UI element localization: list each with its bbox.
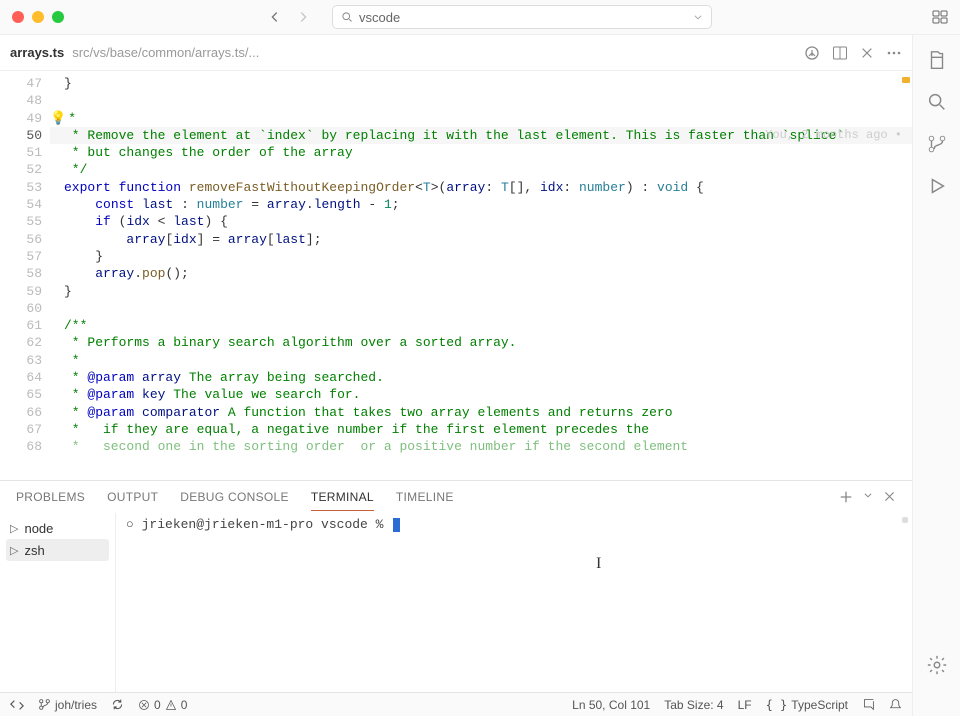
panel-tab-bar: PROBLEMS OUTPUT DEBUG CONSOLE TERMINAL T… (0, 481, 912, 513)
terminal-list: ▷ node ▷ zsh (0, 513, 116, 692)
search-placeholder-label: vscode (359, 10, 400, 25)
warning-count-label: 0 (181, 698, 188, 712)
code-line: */ (50, 161, 912, 178)
terminal-label: node (24, 521, 53, 536)
terminal-icon: ▷ (10, 544, 18, 557)
language-mode-status[interactable]: { } TypeScript (766, 698, 848, 712)
code-line: array.pop(); (50, 265, 912, 282)
activity-bar (912, 35, 960, 716)
code-line: if (idx < last) { (50, 213, 912, 230)
window-controls (12, 11, 64, 23)
nav-forward-button[interactable] (292, 6, 314, 28)
cursor-position-status[interactable]: Ln 50, Col 101 (572, 698, 650, 712)
tab-debug[interactable]: DEBUG CONSOLE (180, 490, 289, 504)
maximize-window-button[interactable] (52, 11, 64, 23)
terminal-cursor (393, 518, 400, 532)
notifications-icon[interactable] (889, 698, 902, 711)
code-content[interactable]: } 💡* * Remove the element at `index` by … (50, 71, 912, 480)
branch-name-label: joh/tries (55, 698, 97, 712)
status-bar: joh/tries 0 0 Ln 50, Col 101 Tab Size: 4… (0, 692, 912, 716)
remote-indicator[interactable] (10, 698, 24, 712)
split-editor-icon[interactable] (832, 45, 848, 61)
terminal-item-zsh[interactable]: ▷ zsh (6, 539, 109, 561)
terminal-dropdown-icon[interactable] (863, 490, 873, 504)
source-control-icon[interactable] (926, 133, 948, 155)
code-line: /** (50, 317, 912, 334)
code-line: } (50, 283, 912, 300)
error-count-label: 0 (154, 698, 161, 712)
search-icon[interactable] (926, 91, 948, 113)
layout-customize-button[interactable] (932, 9, 948, 25)
nav-back-button[interactable] (264, 6, 286, 28)
code-line: * second one in the sorting order or a p… (50, 438, 912, 455)
code-line (50, 300, 912, 317)
terminal-label: zsh (24, 543, 44, 558)
close-tab-icon[interactable] (860, 46, 874, 60)
new-terminal-button[interactable] (839, 490, 853, 504)
close-panel-icon[interactable] (883, 490, 896, 504)
tab-problems[interactable]: PROBLEMS (16, 490, 85, 504)
settings-gear-icon[interactable] (926, 654, 948, 676)
terminal-prompt-line: ○ jrieken@jrieken-m1-pro vscode % (126, 517, 902, 532)
text-cursor-icon: I (596, 555, 601, 573)
breadcrumb[interactable]: src/vs/base/common/arrays.ts/... (72, 45, 259, 60)
code-line (50, 92, 912, 109)
code-line: const last : number = array.length - 1; (50, 196, 912, 213)
explorer-icon[interactable] (926, 49, 948, 71)
minimize-window-button[interactable] (32, 11, 44, 23)
close-window-button[interactable] (12, 11, 24, 23)
editor-tab-bar: arrays.ts src/vs/base/common/arrays.ts/.… (0, 35, 912, 71)
code-line: export function removeFastWithoutKeeping… (50, 179, 912, 196)
terminal-item-node[interactable]: ▷ node (6, 517, 109, 539)
tab-actions (804, 45, 902, 61)
git-blame-annotation: You, 2 months ago • (765, 127, 902, 144)
terminal-scrollbar[interactable] (902, 517, 908, 523)
code-line: * @param comparator A function that take… (50, 404, 912, 421)
tab-size-status[interactable]: Tab Size: 4 (664, 698, 723, 712)
code-line: } (50, 248, 912, 265)
language-label: TypeScript (791, 698, 848, 712)
code-line: * Remove the element at `index` by repla… (50, 127, 912, 144)
eol-status[interactable]: LF (738, 698, 752, 712)
search-icon (341, 11, 353, 23)
more-actions-icon[interactable] (886, 45, 902, 61)
bottom-panel: PROBLEMS OUTPUT DEBUG CONSOLE TERMINAL T… (0, 480, 912, 692)
tab-output[interactable]: OUTPUT (107, 490, 158, 504)
code-line: * @param key The value we search for. (50, 386, 912, 403)
feedback-icon[interactable] (862, 698, 875, 711)
toggle-changes-icon[interactable] (804, 45, 820, 61)
code-line: 💡* (50, 110, 912, 127)
command-center-search[interactable]: vscode (332, 5, 712, 29)
git-branch-status[interactable]: joh/tries (38, 698, 97, 712)
nav-arrows (264, 6, 314, 28)
run-debug-icon[interactable] (926, 175, 948, 197)
terminal-view[interactable]: ○ jrieken@jrieken-m1-pro vscode % I (116, 513, 912, 692)
code-line: * @param array The array being searched. (50, 369, 912, 386)
tab-filename[interactable]: arrays.ts (10, 45, 64, 60)
line-number-gutter: 474849 50 51525354 55565758 59606162 636… (0, 71, 50, 480)
titlebar: vscode (0, 0, 960, 35)
terminal-prompt: jrieken@jrieken-m1-pro vscode % (142, 517, 384, 532)
tab-terminal[interactable]: TERMINAL (311, 490, 374, 511)
code-line: array[idx] = array[last]; (50, 231, 912, 248)
lightbulb-icon[interactable]: 💡 (50, 111, 66, 126)
sync-status[interactable] (111, 698, 124, 711)
code-line: * (50, 352, 912, 369)
tab-timeline[interactable]: TIMELINE (396, 490, 454, 504)
chevron-down-icon (693, 12, 703, 22)
code-line: } (50, 75, 912, 92)
code-line: * Performs a binary search algorithm ove… (50, 334, 912, 351)
code-editor[interactable]: 474849 50 51525354 55565758 59606162 636… (0, 71, 912, 480)
code-line: * but changes the order of the array (50, 144, 912, 161)
terminal-icon: ▷ (10, 522, 18, 535)
problems-status[interactable]: 0 0 (138, 698, 187, 712)
code-line: * if they are equal, a negative number i… (50, 421, 912, 438)
